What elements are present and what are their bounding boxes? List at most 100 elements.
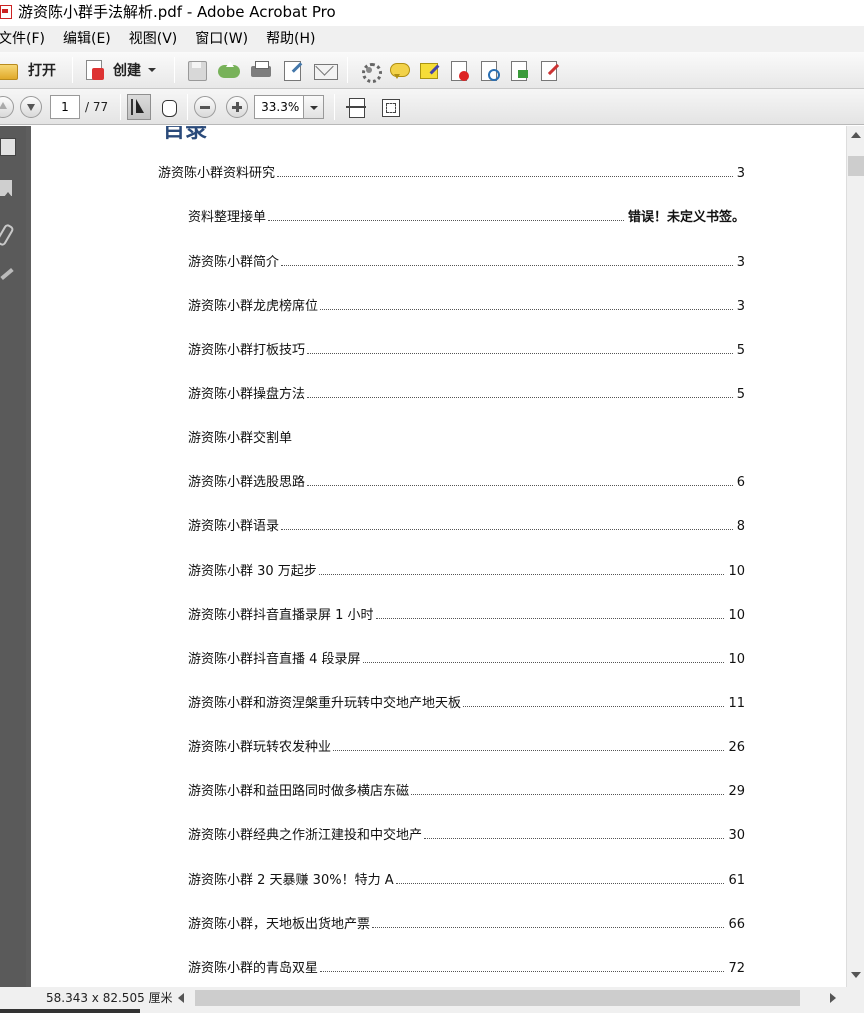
toc-dot-leader	[395, 883, 725, 884]
toc-entry-title: 游资陈小群和游资涅槃重升玩转中交地产地天板	[188, 696, 462, 711]
create-button[interactable]: 创建	[79, 55, 160, 85]
create-label: 创建	[113, 63, 141, 79]
toc-dot-leader	[320, 971, 725, 972]
toc-entry[interactable]: 游资陈小群简介 3	[188, 251, 745, 270]
toc-entry[interactable]: 游资陈小群和益田路同时做多横店东磁 29	[188, 780, 745, 799]
toc-entry[interactable]: 游资陈小群 30 万起步 10	[188, 560, 745, 579]
horizontal-scroll-thumb[interactable]	[195, 990, 800, 1006]
toc-entry[interactable]: 游资陈小群资料研究 3	[158, 162, 745, 181]
redact-button[interactable]	[444, 55, 474, 85]
toc-entry[interactable]: 游资陈小群操盘方法 5	[188, 383, 745, 402]
edit-icon	[281, 58, 305, 82]
menu-view[interactable]: 视图(V)	[120, 27, 187, 51]
zoom-input[interactable]: 33.3%	[254, 94, 305, 119]
toc-entry[interactable]: 游资陈小群语录 8	[188, 515, 745, 534]
toc-entry[interactable]: 游资陈小群打板技巧 5	[188, 339, 745, 358]
upload-cloud-button[interactable]	[213, 55, 245, 85]
toc-entry[interactable]: 游资陈小群抖音直播 4 段录屏 10	[188, 648, 745, 667]
toc-entry-title: 游资陈小群打板技巧	[188, 343, 306, 358]
full-screen-button[interactable]	[379, 96, 401, 118]
toc-entry-page: 8	[736, 519, 745, 534]
scroll-up-icon[interactable]	[851, 132, 861, 138]
toc-entry[interactable]: 游资陈小群玩转农发种业 26	[188, 736, 745, 755]
zoom-in-button[interactable]	[226, 95, 249, 118]
open-button[interactable]: 打开	[0, 55, 60, 85]
hand-tool-button[interactable]	[157, 94, 181, 120]
scroll-right-icon[interactable]	[830, 993, 836, 1003]
signature-icon[interactable]	[0, 264, 18, 284]
toc-entry-title: 游资陈小群龙虎榜席位	[188, 299, 319, 314]
status-divider	[0, 1009, 140, 1013]
toolbar-separator	[174, 57, 175, 83]
menu-file[interactable]: 文件(F)	[0, 27, 54, 51]
search-document-button[interactable]	[474, 55, 504, 85]
export-button[interactable]	[504, 55, 534, 85]
highlight-button[interactable]	[414, 55, 444, 85]
comment-button[interactable]	[384, 55, 414, 85]
toc-dot-leader	[307, 397, 733, 398]
print-button[interactable]	[245, 55, 277, 85]
toc-entry[interactable]: 游资陈小群交割单	[188, 427, 745, 446]
zoom-dropdown-button[interactable]	[304, 94, 325, 119]
document-view[interactable]: 目录 游资陈小群资料研究 3 资料整理接单 错误！未定义书签。 游资陈小群简介 3 游资陈小…	[26, 126, 846, 987]
toc-entry[interactable]: 游资陈小群 2 天暴赚 30%！特力 A 61	[188, 869, 745, 888]
toc-entry-page: 错误！未定义书签。	[627, 210, 745, 225]
zoom-out-button[interactable]	[194, 95, 217, 118]
page-total: / 77	[85, 99, 109, 114]
toc-entry-title: 游资陈小群抖音直播录屏 1 小时	[188, 608, 374, 623]
toc-entry-title: 游资陈小群 2 天暴赚 30%！特力 A	[188, 873, 394, 888]
navigation-pane	[0, 126, 26, 987]
acrobat-app-icon	[0, 3, 14, 19]
window-title: 游资陈小群手法解析.pdf - Adobe Acrobat Pro	[18, 2, 336, 21]
toc-entry-page: 3	[736, 166, 745, 181]
sign-button[interactable]	[534, 55, 564, 85]
toc-entry[interactable]: 游资陈小群选股思路 6	[188, 471, 745, 490]
toc-entry-title: 游资陈小群玩转农发种业	[188, 740, 332, 755]
save-icon	[185, 58, 209, 82]
email-button[interactable]	[309, 55, 341, 85]
main-toolbar: 打开 创建	[0, 52, 864, 89]
cloud-upload-icon	[217, 58, 241, 82]
toc-entry[interactable]: 游资陈小群龙虎榜席位 3	[188, 295, 745, 314]
save-button[interactable]	[181, 55, 213, 85]
toc-entry-page: 5	[736, 387, 745, 402]
gear-icon	[358, 59, 382, 83]
scroll-down-icon[interactable]	[851, 972, 861, 978]
toolbar-separator	[72, 57, 73, 83]
edit-document-button[interactable]	[277, 55, 309, 85]
toc-entry[interactable]: 游资陈小群，天地板出货地产票 66	[188, 913, 745, 932]
scroll-thumb[interactable]	[848, 156, 864, 176]
open-label: 打开	[28, 63, 56, 79]
printer-icon	[249, 58, 273, 82]
toc-dot-leader	[424, 838, 725, 839]
bookmark-icon[interactable]	[0, 178, 18, 198]
toc-entry[interactable]: 游资陈小群和游资涅槃重升玩转中交地产地天板 11	[188, 692, 745, 711]
next-page-button[interactable]	[20, 95, 42, 118]
fit-page-button[interactable]	[345, 96, 367, 118]
toolbar-separator	[187, 93, 189, 120]
menu-help[interactable]: 帮助(H)	[257, 27, 324, 51]
zoom-select[interactable]: 33.3%	[254, 94, 325, 119]
toc-entry-title: 游资陈小群 30 万起步	[188, 564, 317, 579]
navigation-toolbar: 1 / 77 33.3%	[0, 89, 864, 125]
previous-page-button[interactable]	[0, 95, 14, 118]
select-tool-button[interactable]	[127, 93, 152, 120]
toc-entry[interactable]: 游资陈小群抖音直播录屏 1 小时 10	[188, 604, 745, 623]
attachment-icon[interactable]	[0, 222, 18, 242]
page-number-input[interactable]: 1	[50, 94, 80, 119]
menu-edit[interactable]: 编辑(E)	[54, 27, 120, 51]
scroll-left-icon[interactable]	[178, 993, 184, 1003]
settings-button[interactable]	[354, 55, 384, 85]
toc-entry[interactable]: 游资陈小群经典之作浙江建投和中交地产 30	[188, 824, 745, 843]
toolbar-separator	[120, 93, 122, 120]
vertical-scrollbar[interactable]	[846, 126, 864, 987]
toc-dot-leader	[375, 618, 725, 619]
folder-icon	[0, 58, 22, 82]
toc-entry[interactable]: 资料整理接单 错误！未定义书签。	[188, 206, 745, 225]
document-search-icon	[478, 59, 500, 81]
page-thumbnails-icon[interactable]	[0, 136, 18, 156]
menu-window[interactable]: 窗口(W)	[186, 27, 257, 51]
toc-heading: 目录	[163, 126, 208, 143]
toc-entry[interactable]: 游资陈小群的青岛双星 72	[188, 957, 745, 976]
toc-entry-page: 26	[728, 740, 745, 755]
